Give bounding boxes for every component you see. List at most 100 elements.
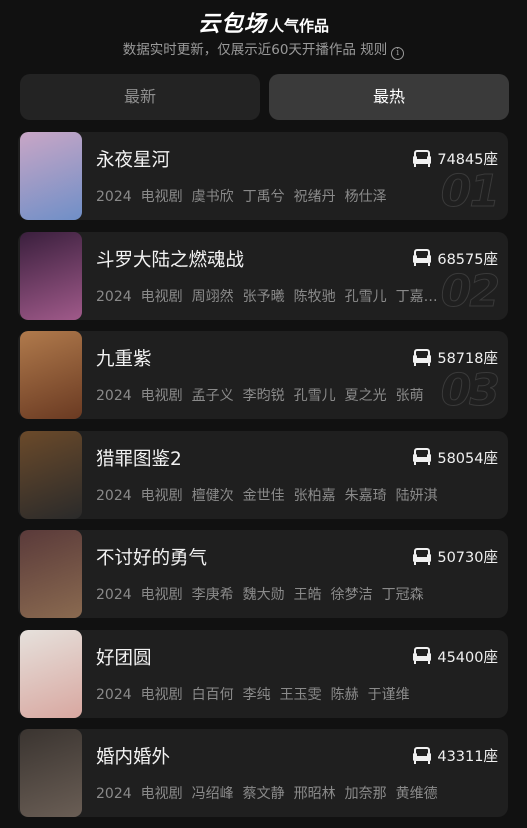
item-title: 斗罗大陆之燃魂战 xyxy=(96,249,245,271)
page-header: 云包场 人气作品 数据实时更新，仅展示近60天开播作品 规则 i xyxy=(0,0,527,72)
poster-artwork xyxy=(20,729,82,817)
item-meta: 2024 电视剧 白百何 李纯 王玉雯 陈赫 于谨维 xyxy=(96,684,456,704)
item-year: 2024 xyxy=(96,189,132,205)
list-item[interactable]: 婚内婚外 2024 电视剧 冯绍峰 蔡文静 邢昭林 加奈那 黄维德 43311座 xyxy=(18,729,508,817)
item-meta: 2024 电视剧 李庚希 魏大勋 王皓 徐梦洁 丁冠森 xyxy=(96,584,456,604)
item-genre: 电视剧 xyxy=(140,388,183,404)
list-item[interactable]: 斗罗大陆之燃魂战 2024 电视剧 周翊然 张予曦 陈牧驰 孔雪儿 丁嘉… 68575座 02 xyxy=(18,231,508,320)
brand-title: 云包场 xyxy=(197,12,267,37)
list-item[interactable]: 永夜星河 2024 电视剧 虞书欣 丁禹兮 祝绪丹 杨仕泽 74845座 01 xyxy=(18,132,508,220)
tab-hot[interactable]: 最热 xyxy=(269,74,509,120)
poster-artwork xyxy=(20,231,82,320)
item-title: 永夜星河 xyxy=(96,150,171,171)
item-year: 2024 xyxy=(96,388,132,404)
item-cast-member: 魏大勋 xyxy=(242,587,285,603)
item-meta: 2024 电视剧 孟子义 李昀锐 孔雪儿 夏之光 张萌 xyxy=(96,385,456,405)
description-text: 数据实时更新，仅展示近60天开播作品 xyxy=(122,42,356,58)
sofa-icon xyxy=(413,547,432,565)
item-cast-member: 丁冠森 xyxy=(381,587,424,603)
info-icon[interactable]: i xyxy=(391,47,405,60)
item-cast-member: 邢昭林 xyxy=(293,786,336,802)
item-year: 2024 xyxy=(96,288,132,305)
seat-count-value: 50730座 xyxy=(437,550,498,566)
item-cast-member: 王皓 xyxy=(293,587,322,603)
item-cast-member: 徐梦洁 xyxy=(330,587,373,603)
rank-number: 02 xyxy=(440,265,500,317)
item-cast-member: 王玉雯 xyxy=(279,686,322,703)
seat-count: 58054座 xyxy=(412,447,498,468)
list-item[interactable]: 九重紫 2024 电视剧 孟子义 李昀锐 孔雪儿 夏之光 张萌 58718座 03 xyxy=(18,331,508,419)
item-genre: 电视剧 xyxy=(140,786,183,802)
page-title: 云包场 人气作品 xyxy=(0,6,527,38)
sofa-icon xyxy=(413,746,432,764)
poster-artwork xyxy=(20,530,82,618)
item-cast-member: 黄维德 xyxy=(395,786,438,802)
item-cast-member: 祝绪丹 xyxy=(293,189,336,205)
title-suffix: 人气作品 xyxy=(269,17,330,35)
item-year: 2024 xyxy=(96,686,132,703)
item-cast-member: 孟子义 xyxy=(191,388,234,404)
item-year: 2024 xyxy=(96,587,132,603)
poster-image xyxy=(20,629,82,718)
sofa-icon xyxy=(413,149,432,167)
sofa-icon xyxy=(413,249,432,266)
item-cast-member: 丁嘉… xyxy=(395,288,438,305)
item-cast-member: 张萌 xyxy=(395,388,424,404)
item-cast-member: 金世佳 xyxy=(242,487,285,504)
item-cast-member: 张予曦 xyxy=(242,288,285,305)
rank-number: 03 xyxy=(440,365,500,417)
item-cast-member: 李庚希 xyxy=(191,587,234,603)
item-meta: 2024 电视剧 冯绍峰 蔡文静 邢昭林 加奈那 黄维德 xyxy=(96,783,456,803)
sort-tabs: 最新 最热 xyxy=(20,74,509,120)
rank-number: 01 xyxy=(440,166,500,218)
sofa-icon xyxy=(413,448,432,465)
poster-image xyxy=(20,331,82,419)
item-cast-member: 陈赫 xyxy=(330,686,359,703)
list-item[interactable]: 好团圆 2024 电视剧 白百何 李纯 王玉雯 陈赫 于谨维 45400座 xyxy=(18,629,508,718)
item-cast-member: 孔雪儿 xyxy=(344,288,387,305)
poster-image xyxy=(20,430,82,519)
item-cast-member: 张柏嘉 xyxy=(293,487,336,504)
item-cast-member: 夏之光 xyxy=(344,388,387,404)
list-item[interactable]: 不讨好的勇气 2024 电视剧 李庚希 魏大勋 王皓 徐梦洁 丁冠森 50730座 xyxy=(18,530,508,618)
item-meta: 2024 电视剧 周翊然 张予曦 陈牧驰 孔雪儿 丁嘉… xyxy=(96,286,456,306)
item-genre: 电视剧 xyxy=(140,686,183,703)
poster-image xyxy=(20,729,82,817)
poster-image xyxy=(20,132,82,220)
item-cast-member: 杨仕泽 xyxy=(344,189,387,205)
item-genre: 电视剧 xyxy=(140,587,183,603)
item-meta: 2024 电视剧 虞书欣 丁禹兮 祝绪丹 杨仕泽 xyxy=(96,186,456,206)
item-title: 不讨好的勇气 xyxy=(96,548,208,569)
item-cast-member: 于谨维 xyxy=(367,686,410,703)
item-genre: 电视剧 xyxy=(140,288,183,305)
item-title: 猎罪图鉴2 xyxy=(96,448,182,470)
item-meta: 2024 电视剧 檀健次 金世佳 张柏嘉 朱嘉琦 陆妍淇 xyxy=(96,485,456,505)
seat-count-value: 43311座 xyxy=(437,749,498,765)
poster-artwork xyxy=(20,132,82,220)
poster-image xyxy=(20,231,82,320)
item-cast-member: 李昀锐 xyxy=(242,388,285,404)
item-cast-member: 朱嘉琦 xyxy=(344,487,387,504)
list-item[interactable]: 猎罪图鉴2 2024 电视剧 檀健次 金世佳 张柏嘉 朱嘉琦 陆妍淇 58054座 xyxy=(18,430,508,519)
item-title: 九重紫 xyxy=(96,349,152,370)
seat-count: 50730座 xyxy=(412,546,498,567)
item-genre: 电视剧 xyxy=(140,487,183,504)
item-cast-member: 虞书欣 xyxy=(191,189,234,205)
description-row: 数据实时更新，仅展示近60天开播作品 规则 i xyxy=(0,38,527,60)
poster-artwork xyxy=(20,331,82,419)
item-cast-member: 陈牧驰 xyxy=(293,288,336,305)
seat-count: 43311座 xyxy=(412,745,498,766)
poster-artwork xyxy=(20,629,82,718)
rules-label[interactable]: 规则 xyxy=(360,42,387,58)
seat-count-value: 45400座 xyxy=(437,649,498,666)
tab-latest[interactable]: 最新 xyxy=(20,74,260,120)
item-cast-member: 加奈那 xyxy=(344,786,387,802)
seat-count-value: 58054座 xyxy=(437,450,498,467)
item-cast-member: 冯绍峰 xyxy=(191,786,234,802)
item-cast-member: 檀健次 xyxy=(191,487,234,504)
sofa-icon xyxy=(413,348,432,366)
poster-artwork xyxy=(20,430,82,519)
item-title: 好团圆 xyxy=(96,647,152,669)
poster-image xyxy=(20,530,82,618)
rules-link[interactable]: 规则 i xyxy=(360,42,405,60)
